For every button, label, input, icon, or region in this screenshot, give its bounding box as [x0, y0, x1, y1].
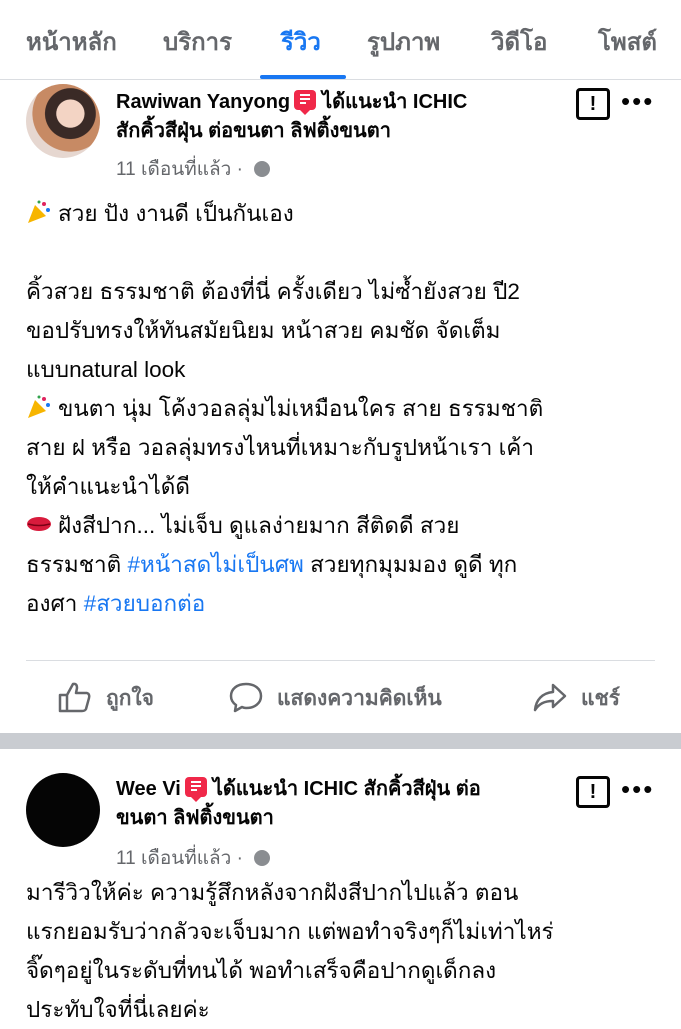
post-meta: 11 เดือนที่แล้ว ·	[116, 843, 271, 873]
thumbs-up-icon	[58, 682, 91, 713]
tab-videos[interactable]: วิดีโอ	[491, 22, 547, 61]
post-header: Rawiwan Yanyong ได้แนะนำ ICHIC สักคิ้วสีฝ…	[116, 88, 556, 146]
divider	[26, 660, 655, 661]
post-time[interactable]: 11 เดือนที่แล้ว	[116, 848, 231, 869]
post-line: จิ๊ดๆอยู่ในระดับที่ทนได้ พอทำเสร็จคือปาก…	[26, 958, 497, 983]
post-body: สวย ปัง งานดี เป็นกันเอง คิ้วสวย ธรรมชาต…	[26, 194, 656, 623]
author-name[interactable]: Wee Vi	[116, 778, 181, 800]
comment-icon	[229, 682, 263, 713]
post-line: ประทับใจที่นี่เลยค่ะ	[26, 997, 210, 1022]
lips-icon	[26, 510, 52, 536]
active-tab-indicator	[260, 75, 346, 79]
post-line: ขนตา นุ่ม โค้งวอลลุ่มไม่เหมือนใคร สาย ธร…	[58, 396, 544, 421]
recommend-icon	[184, 777, 207, 802]
hashtag-link[interactable]: #หน้าสดไม่เป็นศพ	[128, 552, 304, 577]
post-line: องศา	[26, 591, 78, 616]
comment-button[interactable]: แสดงความคิดเห็น	[229, 681, 442, 715]
more-options-button[interactable]: •••	[621, 86, 654, 117]
party-popper-icon	[26, 198, 52, 224]
tab-home[interactable]: หน้าหลัก	[26, 22, 117, 61]
share-button[interactable]: แชร์	[533, 681, 620, 715]
recommend-text: ได้แนะนำ ICHIC สักคิ้วสีฝุ่น ต่อ	[212, 778, 481, 800]
post-line: ให้คำแนะนำได้ดี	[26, 474, 191, 499]
post-header: Wee Vi ได้แนะนำ ICHIC สักคิ้วสีฝุ่น ต่อ ข…	[116, 775, 556, 833]
share-label: แชร์	[581, 687, 621, 710]
report-button[interactable]: !	[576, 776, 610, 808]
avatar[interactable]	[26, 773, 100, 847]
share-icon	[533, 683, 567, 712]
post-line: แบบnatural look	[26, 357, 186, 382]
tab-reviews[interactable]: รีวิว	[281, 22, 321, 61]
tab-posts[interactable]: โพสต์	[598, 22, 657, 61]
like-button[interactable]: ถูกใจ	[58, 681, 154, 715]
post-line: ขอปรับทรงให้ทันสมัยนิยม หน้าสวย คมชัด จั…	[26, 318, 501, 343]
hashtag-link[interactable]: #สวยบอกต่อ	[84, 591, 206, 616]
report-button[interactable]: !	[576, 88, 610, 120]
post-body: มารีวิวให้ค่ะ ความรู้สึกหลังจากฝังสีปากไ…	[26, 873, 656, 1029]
post-line: สวยทุกมุมมอง ดูดี ทุก	[310, 552, 518, 577]
party-popper-icon	[26, 393, 52, 419]
page-name-link[interactable]: ขนตา ลิฟติ้งขนตา	[116, 807, 274, 829]
post-line: แรกยอมรับว่ากลัวจะเจ็บมาก แต่พอทำจริงๆก็…	[26, 919, 554, 944]
post-line: ฝังสีปาก... ไม่เจ็บ ดูแลง่ายมาก สีติดดี …	[58, 513, 460, 538]
post-time[interactable]: 11 เดือนที่แล้ว	[116, 159, 231, 180]
post-line: สวย ปัง งานดี เป็นกันเอง	[58, 201, 294, 226]
feed-separator	[0, 733, 681, 749]
like-label: ถูกใจ	[106, 687, 154, 710]
post-meta: 11 เดือนที่แล้ว ·	[116, 154, 271, 184]
comment-label: แสดงความคิดเห็น	[277, 687, 442, 710]
page-name-link[interactable]: สักคิ้วสีฝุ่น ต่อขนตา ลิฟติ้งขนตา	[116, 120, 391, 142]
author-name[interactable]: Rawiwan Yanyong	[116, 91, 290, 113]
post-line: สาย ฝ หรือ วอลลุ่มทรงไหนที่เหมาะกับรูปหน…	[26, 435, 534, 460]
tab-services[interactable]: บริการ	[163, 22, 232, 61]
recommend-text: ได้แนะนำ ICHIC	[322, 91, 468, 113]
post-line: มารีวิวให้ค่ะ ความรู้สึกหลังจากฝังสีปากไ…	[26, 880, 519, 905]
post-line: คิ้วสวย ธรรมชาติ ต้องที่นี่ ครั้งเดียว ไ…	[26, 279, 520, 304]
review-tabs-bar: หน้าหลัก บริการ รีวิว รูปภาพ วิดีโอ โพสต…	[0, 0, 681, 80]
recommend-icon	[294, 90, 317, 115]
avatar[interactable]	[26, 84, 100, 158]
globe-icon	[254, 161, 271, 177]
more-options-button[interactable]: •••	[621, 774, 654, 805]
tab-photos[interactable]: รูปภาพ	[367, 22, 440, 61]
globe-icon	[254, 850, 271, 866]
post-line: ธรรมชาติ	[26, 552, 122, 577]
